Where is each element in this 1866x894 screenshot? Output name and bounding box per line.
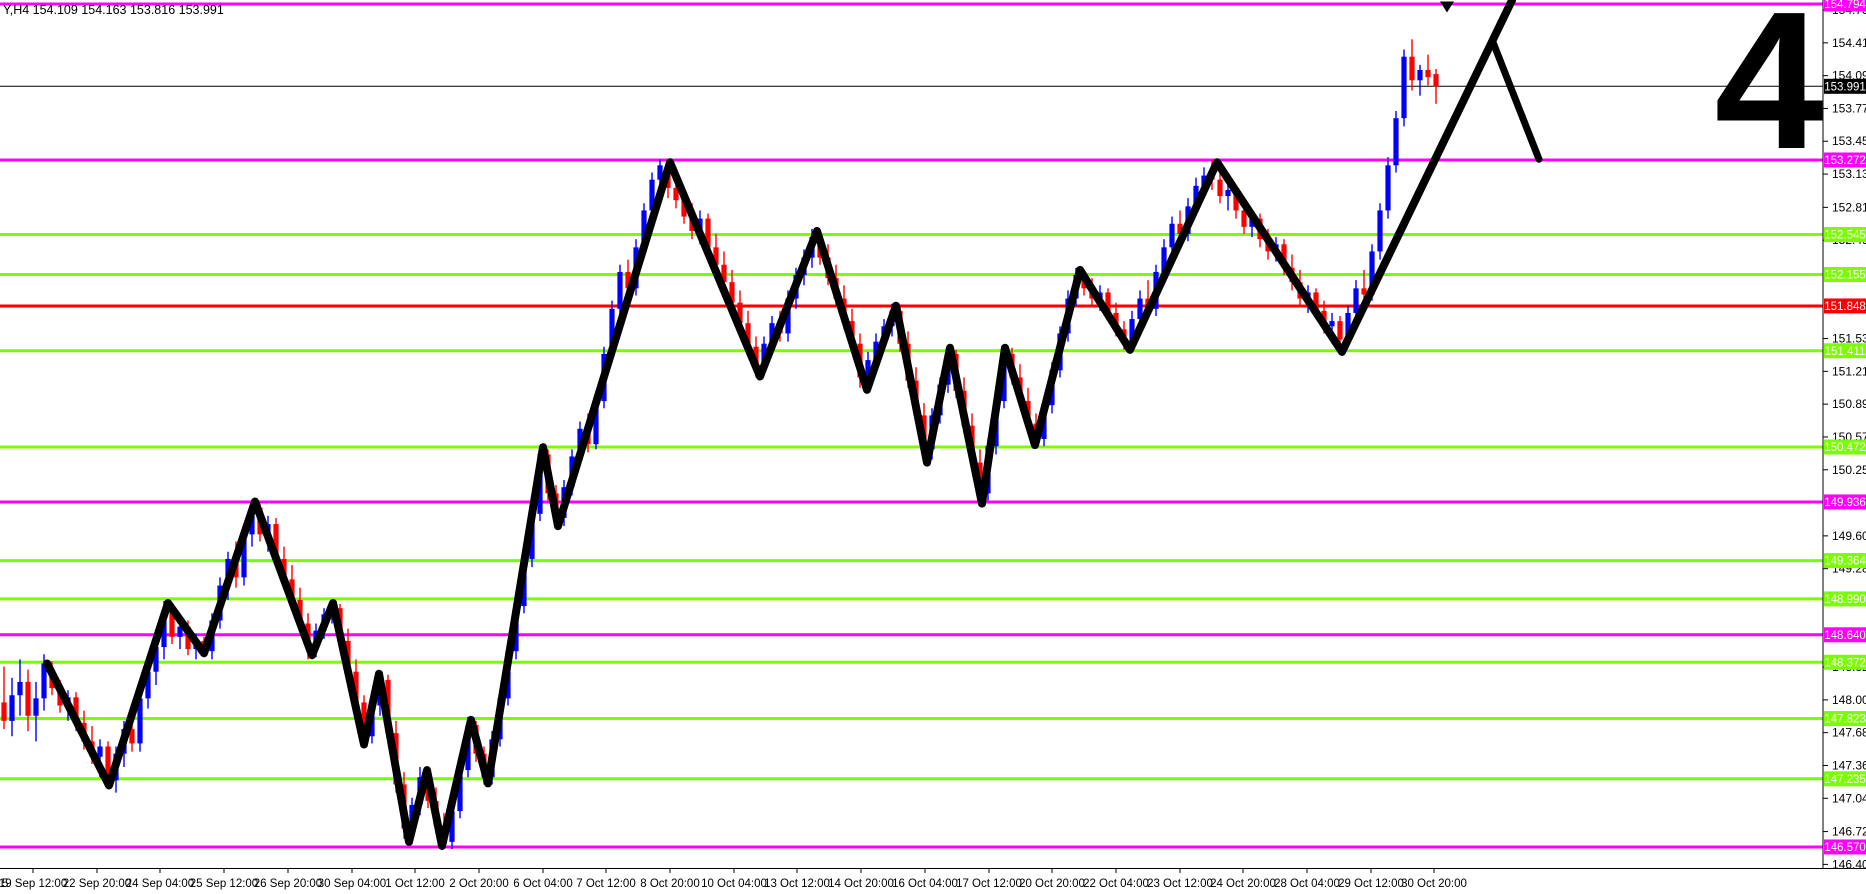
time-axis-label: 19 Sep 12:00 bbox=[0, 878, 67, 890]
time-axis-label: 23 Oct 12:00 bbox=[1147, 878, 1213, 890]
bear-candle-body bbox=[1337, 321, 1343, 340]
time-axis-label: 22 Oct 04:00 bbox=[1083, 878, 1149, 890]
bull-candle-body bbox=[1393, 118, 1399, 166]
bull-candle-body bbox=[17, 681, 23, 696]
price-badge-label: 147.235 bbox=[1824, 774, 1866, 786]
bear-candle-body bbox=[1433, 74, 1439, 87]
horizontal-level-lines bbox=[0, 2, 1823, 849]
bull-candle-body bbox=[617, 271, 623, 309]
price-chart-canvas[interactable]: 154.735154.415154.095153.775153.455153.1… bbox=[0, 0, 1866, 894]
time-axis-label-clipped: 5 bbox=[2, 878, 8, 890]
time-axis-label: 8 Oct 20:00 bbox=[640, 878, 699, 890]
bull-candle-body bbox=[1169, 223, 1175, 248]
time-axis-label: 26 Sep 20:00 bbox=[254, 878, 322, 890]
time-axis-label: 29 Oct 12:00 bbox=[1338, 878, 1404, 890]
bull-candle-body bbox=[1401, 56, 1407, 119]
price-badge-label: 154.794 bbox=[1824, 0, 1866, 11]
bull-candle-body bbox=[33, 698, 39, 716]
price-tick-label: 153.135 bbox=[1832, 167, 1866, 181]
trading-terminal-window: 154.735154.415154.095153.775153.455153.1… bbox=[0, 0, 1866, 894]
time-axis-label: 24 Sep 04:00 bbox=[126, 878, 194, 890]
projection-line[interactable] bbox=[1489, 38, 1543, 163]
time-axis[interactable]: 19 Sep 12:0022 Sep 20:0024 Sep 04:0025 S… bbox=[0, 869, 1467, 890]
bear-candle-body bbox=[1425, 70, 1431, 78]
bull-candle-body bbox=[1353, 288, 1359, 313]
price-axis[interactable]: 154.735154.415154.095153.775153.455153.1… bbox=[1823, 0, 1866, 871]
time-axis-label: 1 Oct 12:00 bbox=[385, 878, 444, 890]
time-axis-label: 13 Oct 12:00 bbox=[764, 878, 830, 890]
down-arrow-marker[interactable] bbox=[1440, 1, 1454, 13]
price-tick-label: 153.455 bbox=[1832, 134, 1866, 148]
time-axis-label: 2 Oct 20:00 bbox=[449, 878, 508, 890]
time-axis-label: 30 Sep 04:00 bbox=[318, 878, 386, 890]
bear-candle-body bbox=[1409, 56, 1415, 81]
price-tick-label: 147.685 bbox=[1832, 726, 1866, 740]
time-axis-label: 17 Oct 12:00 bbox=[956, 878, 1022, 890]
time-axis-label: 30 Oct 20:00 bbox=[1401, 878, 1467, 890]
price-badge-label: 152.155 bbox=[1824, 269, 1866, 281]
price-tick-label: 152.810 bbox=[1832, 200, 1866, 214]
wave-count-label[interactable]: 4 bbox=[1714, 0, 1823, 190]
time-axis-label: 25 Sep 12:00 bbox=[190, 878, 258, 890]
bull-candle-body bbox=[1377, 210, 1383, 252]
price-badge-label: 151.411 bbox=[1825, 346, 1866, 358]
price-tick-label: 149.605 bbox=[1832, 529, 1866, 543]
time-axis-label: 20 Oct 20:00 bbox=[1019, 878, 1085, 890]
price-badge-label: 150.472 bbox=[1824, 442, 1866, 454]
price-badge-label: 151.848 bbox=[1824, 301, 1866, 313]
chart-ohlc-header: Y,H4 154.109 154.163 153.816 153.991 bbox=[3, 3, 224, 17]
price-tick-label: 146.400 bbox=[1832, 857, 1866, 871]
price-tick-label: 153.775 bbox=[1832, 101, 1866, 115]
price-badge-label: 146.570 bbox=[1824, 842, 1866, 854]
time-axis-label: 6 Oct 04:00 bbox=[513, 878, 572, 890]
time-axis-label: 14 Oct 20:00 bbox=[828, 878, 894, 890]
price-tick-label: 147.365 bbox=[1832, 758, 1866, 772]
price-badge-label: 152.545 bbox=[1824, 230, 1866, 242]
price-badge-label: 148.640 bbox=[1824, 630, 1866, 642]
price-badge-label: 153.272 bbox=[1824, 155, 1866, 167]
price-badge-label: 148.990 bbox=[1824, 594, 1866, 606]
bear-candle-body bbox=[1217, 179, 1223, 197]
bull-candle-body bbox=[9, 695, 15, 721]
time-axis-label: 22 Sep 20:00 bbox=[63, 878, 131, 890]
price-tick-label: 150.250 bbox=[1832, 463, 1866, 477]
time-axis-label: 28 Oct 04:00 bbox=[1274, 878, 1340, 890]
time-axis-label: 10 Oct 04:00 bbox=[701, 878, 767, 890]
price-badge-label: 149.936 bbox=[1824, 497, 1866, 509]
price-badge-label: 148.372 bbox=[1824, 657, 1866, 669]
time-axis-label: 7 Oct 12:00 bbox=[576, 878, 635, 890]
price-tick-label: 154.415 bbox=[1832, 36, 1866, 50]
bear-candle-body bbox=[1, 702, 7, 721]
price-tick-label: 150.890 bbox=[1832, 397, 1866, 411]
bull-candle-body bbox=[1385, 165, 1391, 211]
current-price-label: 153.991 bbox=[1824, 81, 1866, 93]
bull-candle-body bbox=[1417, 70, 1423, 81]
bull-candle-body bbox=[97, 746, 103, 757]
bull-candle-body bbox=[1329, 321, 1335, 327]
time-axis-label: 16 Oct 04:00 bbox=[892, 878, 958, 890]
price-badge-label: 149.364 bbox=[1824, 556, 1866, 568]
price-tick-label: 148.005 bbox=[1832, 693, 1866, 707]
bear-candle-body bbox=[25, 681, 31, 716]
price-tick-label: 151.210 bbox=[1832, 364, 1866, 378]
time-axis-label: 24 Oct 20:00 bbox=[1210, 878, 1276, 890]
price-tick-label: 147.045 bbox=[1832, 791, 1866, 805]
price-badge-label: 147.823 bbox=[1824, 714, 1866, 726]
price-tick-label: 146.720 bbox=[1832, 825, 1866, 839]
bull-candle-body bbox=[1225, 189, 1231, 197]
